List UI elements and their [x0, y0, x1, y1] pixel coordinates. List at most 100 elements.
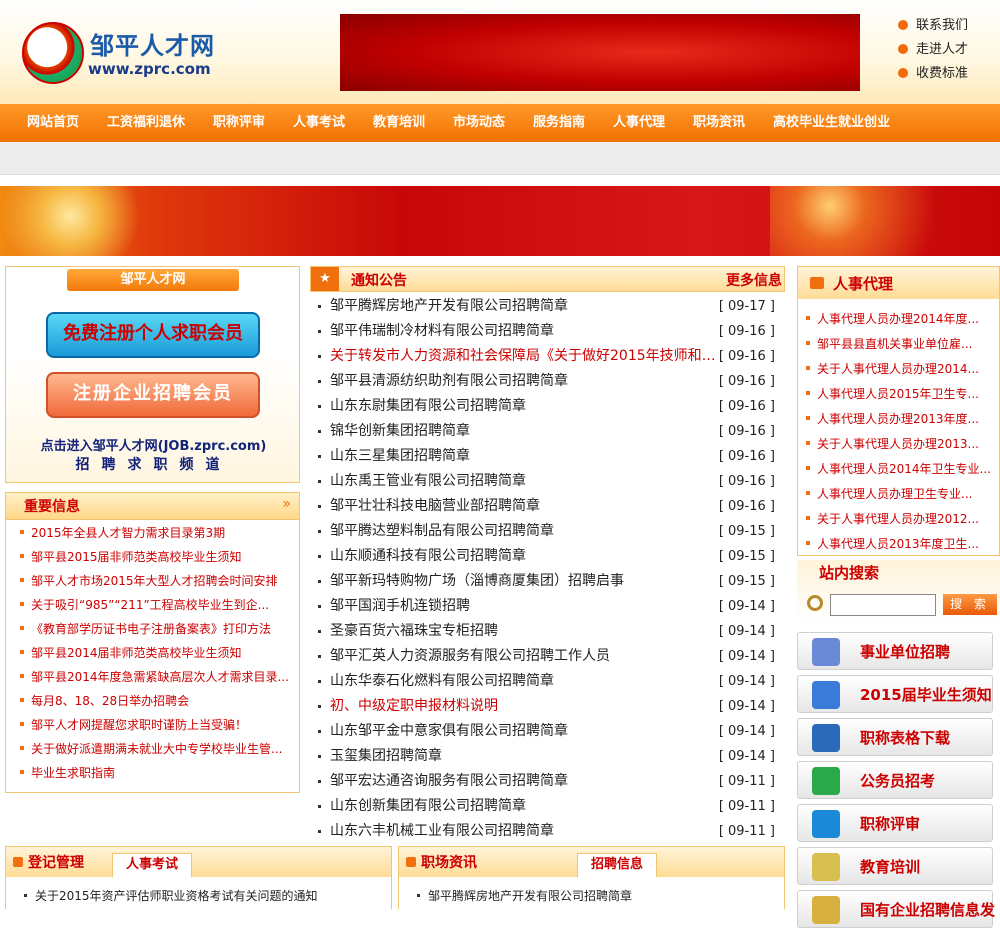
bullet-icon — [318, 330, 321, 333]
notice-item-date: [ 09-16 ] — [718, 349, 775, 364]
important-item[interactable]: 关于吸引“985”“211”工程高校毕业生到企... — [20, 593, 289, 617]
notice-item[interactable]: 山东东尉集团有限公司招聘简章 [ 09-16 ] — [318, 394, 785, 419]
important-item[interactable]: 《教育部学历证书电子注册备案表》打印方法 — [20, 617, 289, 641]
bullet-icon — [318, 705, 321, 708]
top-link-about[interactable]: 走进人才 — [898, 40, 968, 64]
notice-item-date: [ 09-11 ] — [718, 774, 775, 789]
nav-home[interactable]: 网站首页 — [27, 104, 79, 142]
important-item[interactable]: 邹平人才市场2015年大型人才招聘会时间安排 — [20, 569, 289, 593]
nav-exam[interactable]: 人事考试 — [293, 104, 345, 142]
tab-recruitment-info[interactable]: 招聘信息 — [577, 853, 657, 877]
important-item[interactable]: 邹平县2014年度急需紧缺高层次人才需求目录... — [20, 665, 289, 689]
notice-item-date: [ 09-14 ] — [718, 599, 775, 614]
search-button[interactable]: 搜 索 — [943, 594, 997, 615]
nav-title-review[interactable]: 职称评审 — [213, 104, 265, 142]
section-icon — [13, 857, 23, 867]
quick-link-button[interactable]: 2015届毕业生须知 — [797, 675, 993, 713]
notice-item[interactable]: 山东禹王管业有限公司招聘简章 [ 09-16 ] — [318, 469, 785, 494]
notice-item[interactable]: 邹平壮壮科技电脑营业部招聘简章 [ 09-16 ] — [318, 494, 785, 519]
quick-link-button[interactable]: 事业单位招聘 — [797, 632, 993, 670]
notice-item[interactable]: 玉玺集团招聘简章 [ 09-14 ] — [318, 744, 785, 769]
quick-link-button[interactable]: 教育培训 — [797, 847, 993, 885]
notice-item[interactable]: 山东三星集团招聘简章 [ 09-16 ] — [318, 444, 785, 469]
nav-training[interactable]: 教育培训 — [373, 104, 425, 142]
notice-item-title: 邹平国润手机连锁招聘 — [330, 598, 470, 614]
important-item[interactable]: 邹平县2014届非师范类高校毕业生须知 — [20, 641, 289, 665]
notice-more-link[interactable]: 更多信息 — [726, 270, 782, 290]
notice-item-title: 山东禹王管业有限公司招聘简章 — [330, 473, 526, 489]
top-banner-image[interactable] — [340, 14, 860, 91]
notice-item[interactable]: 邹平腾辉房地产开发有限公司招聘简章 [ 09-17 ] — [318, 294, 785, 319]
notice-item-title: 圣豪百货六福珠宝专柜招聘 — [330, 623, 498, 639]
notice-item[interactable]: 圣豪百货六福珠宝专柜招聘 [ 09-14 ] — [318, 619, 785, 644]
nav-graduate[interactable]: 高校毕业生就业创业 — [773, 104, 890, 142]
nav-market[interactable]: 市场动态 — [453, 104, 505, 142]
agency-item[interactable]: 人事代理人员2014年卫生专业... — [806, 457, 991, 482]
notice-item[interactable]: 山东六丰机械工业有限公司招聘简章 [ 09-11 ] — [318, 819, 785, 844]
notice-item[interactable]: 关于转发市人力资源和社会保障局《关于做好2015年技师和高...[ 09-16 … — [318, 344, 785, 369]
nav-guide[interactable]: 服务指南 — [533, 104, 585, 142]
notice-item-title: 邹平县清源纺织助剂有限公司招聘简章 — [330, 373, 568, 389]
notice-item-title: 邹平新玛特购物广场（淄博商厦集团）招聘启事 — [330, 573, 624, 589]
agency-item[interactable]: 关于人事代理人员办理2013... — [806, 432, 991, 457]
important-item[interactable]: 每月8、18、28日举办招聘会 — [20, 689, 289, 713]
notice-item[interactable]: 邹平宏达通咨询服务有限公司招聘简章 [ 09-11 ] — [318, 769, 785, 794]
more-arrow-icon[interactable]: » — [282, 496, 291, 512]
important-item[interactable]: 毕业生求职指南 — [20, 761, 289, 785]
notice-item[interactable]: 邹平国润手机连锁招聘 [ 09-14 ] — [318, 594, 785, 619]
quick-link-button[interactable]: 公务员招考 — [797, 761, 993, 799]
notice-item[interactable]: 邹平伟瑞制冷材料有限公司招聘简章 [ 09-16 ] — [318, 319, 785, 344]
list-item[interactable]: 关于2015年资产评估师职业资格考试有关问题的通知 — [24, 887, 318, 904]
agency-item[interactable]: 人事代理人员2013年度卫生... — [806, 532, 991, 557]
agency-item[interactable]: 人事代理人员办理卫生专业... — [806, 482, 991, 507]
register-company-button[interactable]: 注册企业招聘会员 — [46, 372, 260, 418]
nav-agency[interactable]: 人事代理 — [613, 104, 665, 142]
agency-item[interactable]: 人事代理人员2015年卫生专... — [806, 382, 991, 407]
top-link-fees[interactable]: 收费标准 — [898, 64, 968, 88]
agency-item[interactable]: 关于人事代理人员办理2014... — [806, 357, 991, 382]
bullet-icon — [318, 730, 321, 733]
notice-item[interactable]: 山东邹平金中意家俱有限公司招聘简章 [ 09-14 ] — [318, 719, 785, 744]
bullet-icon — [806, 391, 810, 395]
notice-item[interactable]: 锦华创新集团招聘简章 [ 09-16 ] — [318, 419, 785, 444]
site-logo[interactable]: 邹平人才网 www.zprc.com — [22, 20, 232, 84]
notice-item[interactable]: 山东创新集团有限公司招聘简章 [ 09-11 ] — [318, 794, 785, 819]
agency-item[interactable]: 人事代理人员办理2013年度... — [806, 407, 991, 432]
notice-item[interactable]: 山东华泰石化燃料有限公司招聘简章 [ 09-14 ] — [318, 669, 785, 694]
tab-personnel-exam[interactable]: 人事考试 — [112, 853, 192, 877]
notice-panel: ★ 通知公告 更多信息 邹平腾辉房地产开发有限公司招聘简章[ 09-17 ] 邹平… — [310, 266, 785, 839]
quick-link-button[interactable]: 职称表格下载 — [797, 718, 993, 756]
important-item[interactable]: 关于做好派遣期满未就业大中专学校毕业生管... — [20, 737, 289, 761]
notice-item[interactable]: 初、中级定职申报材料说明 [ 09-14 ] — [318, 694, 785, 719]
computer-icon — [812, 724, 840, 752]
notice-item[interactable]: 邹平县清源纺织助剂有限公司招聘简章 [ 09-16 ] — [318, 369, 785, 394]
notice-item[interactable]: 邹平汇英人力资源服务有限公司招聘工作人员 [ 09-14 ] — [318, 644, 785, 669]
star-icon: ★ — [311, 267, 339, 291]
bullet-icon — [806, 541, 810, 545]
nav-career-news[interactable]: 职场资讯 — [693, 104, 745, 142]
important-item[interactable]: 邹平人才网提醒您求职时谨防上当受骗！ — [20, 713, 289, 737]
quick-link-button[interactable]: 国有企业招聘信息发 — [797, 890, 995, 928]
bullet-icon — [318, 655, 321, 658]
bullet-icon — [318, 830, 321, 833]
notice-title: 通知公告 — [351, 273, 407, 289]
notice-item-title: 邹平腾达塑料制品有限公司招聘简章 — [330, 523, 554, 539]
agency-item[interactable]: 关于人事代理人员办理2012... — [806, 507, 991, 532]
agency-title: 人事代理 — [833, 275, 894, 293]
search-input[interactable] — [830, 594, 936, 616]
notice-item-title: 关于转发市人力资源和社会保障局《关于做好2015年技师和高... — [330, 348, 722, 364]
register-personal-button[interactable]: 免费注册个人求职会员 — [46, 312, 260, 358]
important-item[interactable]: 邹平县2015届非师范类高校毕业生须知 — [20, 545, 289, 569]
top-link-contact[interactable]: 联系我们 — [898, 16, 968, 40]
agency-item[interactable]: 邹平县县直机关事业单位雇... — [806, 332, 991, 357]
job-channel-link[interactable]: 招聘求职频道 — [6, 454, 301, 474]
important-item[interactable]: 2015年全县人才智力需求目录第3期 — [20, 521, 289, 545]
nav-salary[interactable]: 工资福利退休 — [107, 104, 185, 142]
notice-item[interactable]: 邹平新玛特购物广场（淄博商厦集团）招聘启事 [ 09-15 ] — [318, 569, 785, 594]
list-item[interactable]: 邹平腾辉房地产开发有限公司招聘简章 — [417, 887, 632, 904]
job-site-link[interactable]: 点击进入邹平人才网(JOB.zprc.com) — [6, 435, 301, 454]
notice-item[interactable]: 山东顺通科技有限公司招聘简章 [ 09-15 ] — [318, 544, 785, 569]
agency-item[interactable]: 人事代理人员办理2014年度... — [806, 307, 991, 332]
notice-item[interactable]: 邹平腾达塑料制品有限公司招聘简章 [ 09-15 ] — [318, 519, 785, 544]
quick-link-button[interactable]: 职称评审 — [797, 804, 993, 842]
